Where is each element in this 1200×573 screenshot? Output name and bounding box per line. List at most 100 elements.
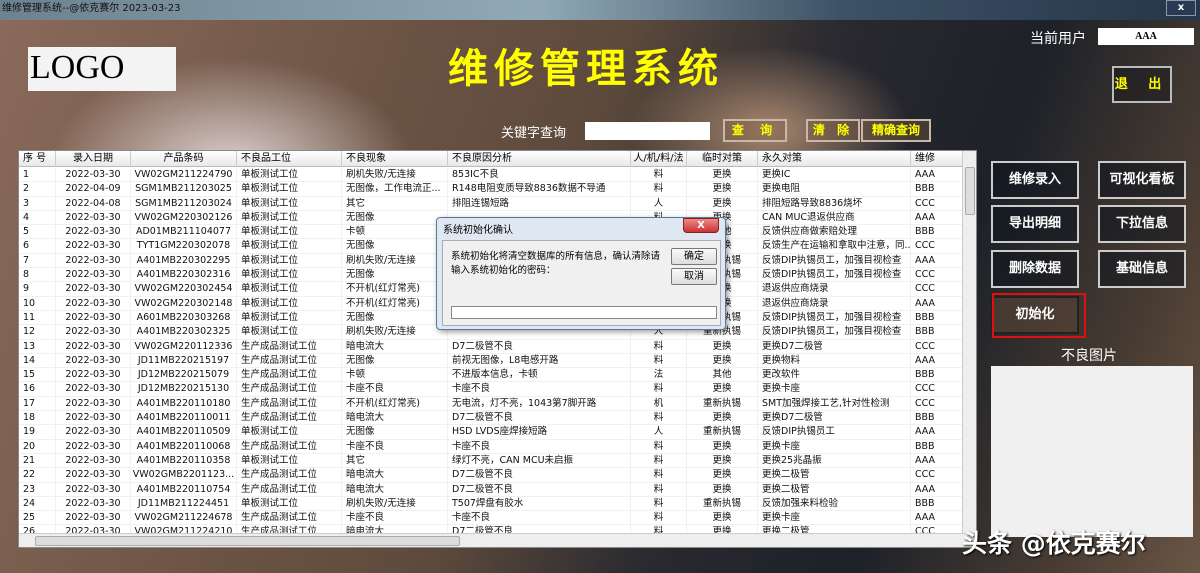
column-header-index[interactable]: 序 号 xyxy=(19,151,56,167)
column-header-repairer[interactable]: 维修 xyxy=(911,151,964,167)
cell-temp-measure: 重新执锡 xyxy=(687,396,758,411)
dialog-cancel-button[interactable]: 取消 xyxy=(671,268,717,285)
table-row[interactable]: 3 2022-04-08 SGM1MB211203024 单板测试工位 其它 排阻连锡短路… xyxy=(19,196,964,211)
cell-category: 料 xyxy=(631,182,687,196)
cell-date: 2022-03-30 xyxy=(56,439,131,453)
cell-symptom: 无图像 xyxy=(342,268,448,282)
column-header-cause[interactable]: 不良原因分析 xyxy=(448,151,631,167)
cell-symptom: 刷机失败/无连接 xyxy=(342,496,448,511)
horizontal-scrollbar[interactable] xyxy=(19,533,976,547)
cell-perm-measure: 反馈DIP执锡员工，加强目视检查 xyxy=(758,268,911,282)
cell-repairer: BBB xyxy=(911,411,964,425)
cell-perm-measure: 更换电阻 xyxy=(758,182,911,196)
table-row[interactable]: 21 2022-03-30 A401MB220110358 单板测试工位 其它 绿灯不亮，… xyxy=(19,453,964,469)
cell-date: 2022-03-30 xyxy=(56,511,131,525)
column-header-category[interactable]: 人/机/料/法 xyxy=(631,151,687,167)
cell-station: 单板测试工位 xyxy=(237,453,342,468)
cell-repairer: BBB xyxy=(911,496,964,511)
password-input[interactable] xyxy=(451,306,717,319)
table-row[interactable]: 15 2022-03-30 JD12MB220215079 生产成品测试工位 卡顿 不进版… xyxy=(19,368,964,383)
cell-cause: 无电流，灯不亮，1043第7脚开路 xyxy=(448,396,631,411)
table-row[interactable]: 20 2022-03-30 A401MB220110068 生产成品测试工位 卡座不良卡… xyxy=(19,439,964,454)
cell-perm-measure: 更换卡座 xyxy=(758,382,911,396)
cell-date: 2022-03-30 xyxy=(56,425,131,439)
base-info-button[interactable]: 基础信息 xyxy=(1098,250,1186,288)
column-header-barcode[interactable]: 产品条码 xyxy=(131,151,237,167)
clear-button[interactable]: 清 除 xyxy=(806,119,860,142)
export-details-button[interactable]: 导出明细 xyxy=(991,205,1079,243)
vertical-scroll-thumb[interactable] xyxy=(965,167,975,215)
table-row[interactable]: 1 2022-03-30 VW02GM211224790 单板测试工位 刷机失败/无连接… xyxy=(19,168,964,183)
cell-barcode: A401MB220302325 xyxy=(131,325,237,339)
horizontal-scroll-thumb[interactable] xyxy=(35,536,460,546)
keyword-search-input[interactable] xyxy=(585,122,710,140)
cell-temp-measure: 更换 xyxy=(687,411,758,425)
cell-symptom: 无图像 xyxy=(342,239,448,253)
table-row[interactable]: 17 2022-03-30 A401MB220110180 生产成品测试工位 不开机(红… xyxy=(19,396,964,412)
cell-index: 20 xyxy=(19,439,56,453)
cell-perm-measure: SMT加强焊接工艺,针对性检测 xyxy=(758,396,911,411)
table-row[interactable]: 2 2022-04-09 SGM1MB211203025 单板测试工位 无图像，工作电流… xyxy=(19,182,964,197)
cell-perm-measure: 反馈DIP执锡员工，加强目视检查 xyxy=(758,310,911,325)
cell-barcode: VW02GM220112336 xyxy=(131,339,237,353)
cell-category: 料 xyxy=(631,496,687,511)
cell-symptom: 卡座不良 xyxy=(342,511,448,525)
cell-barcode: TYT1GM220302078 xyxy=(131,239,237,253)
column-header-date[interactable]: 录入日期 xyxy=(56,151,131,167)
cell-index: 18 xyxy=(19,411,56,425)
column-header-perm-measure[interactable]: 永久对策 xyxy=(758,151,911,167)
window-title: 维修管理系统--@依克赛尔 2023-03-23 xyxy=(2,3,181,14)
cell-perm-measure: 退返供应商烧录 xyxy=(758,296,911,310)
cell-category: 料 xyxy=(631,382,687,396)
cell-category: 料 xyxy=(631,411,687,425)
cell-index: 12 xyxy=(19,325,56,339)
cell-perm-measure: 更换D7二极管 xyxy=(758,339,911,353)
cell-perm-measure: 反馈DIP执锡员工，加强目视检查 xyxy=(758,253,911,268)
cell-cause: 卡座不良 xyxy=(448,511,631,525)
repair-entry-button[interactable]: 维修录入 xyxy=(991,161,1079,199)
table-row[interactable]: 16 2022-03-30 JD12MB220215130 生产成品测试工位 卡座不良卡… xyxy=(19,382,964,397)
cell-repairer: CCC xyxy=(911,196,964,210)
cell-date: 2022-03-30 xyxy=(56,396,131,411)
table-row[interactable]: 14 2022-03-30 JD11MB220215197 生产成品测试工位 无图像 前视… xyxy=(19,353,964,369)
cell-index: 6 xyxy=(19,239,56,253)
cell-symptom: 刷机失败/无连接 xyxy=(342,168,448,182)
cell-barcode: VW02GMB2201123... xyxy=(131,468,237,482)
window-titlebar: 维修管理系统--@依克赛尔 2023-03-23 x xyxy=(0,0,1200,20)
query-button[interactable]: 查 询 xyxy=(723,119,787,142)
cell-symptom: 无图像，工作电流正... xyxy=(342,182,448,196)
dialog-ok-button[interactable]: 确定 xyxy=(671,248,717,265)
repair-records-table[interactable]: 序 号录入日期 产品条码 不良品工位 不良现象 不良原因分析 人/机/料/法 临时对策 永久对… xyxy=(18,150,977,548)
cell-barcode: JD12MB220215079 xyxy=(131,368,237,382)
column-header-temp-measure[interactable]: 临时对策 xyxy=(687,151,758,167)
table-row[interactable]: 22 2022-03-30 VW02GMB2201123... 生产成品测试工位 暗电流… xyxy=(19,468,964,483)
cell-repairer: AAA xyxy=(911,511,964,525)
exit-button[interactable]: 退 出 xyxy=(1112,66,1172,103)
cell-station: 单板测试工位 xyxy=(237,425,342,439)
table-row[interactable]: 13 2022-03-30 VW02GM220112336 生产成品测试工位 暗电流大 D… xyxy=(19,339,964,354)
table-row[interactable]: 18 2022-03-30 A401MB220110011 生产成品测试工位 暗电流大 D… xyxy=(19,411,964,426)
cell-station: 生产成品测试工位 xyxy=(237,339,342,353)
table-row[interactable]: 23 2022-03-30 A401MB220110754 生产成品测试工位 暗电流大 D… xyxy=(19,482,964,497)
delete-data-button[interactable]: 删除数据 xyxy=(991,250,1079,288)
logo: LOGO xyxy=(28,47,176,91)
table-row[interactable]: 19 2022-03-30 A401MB220110509 单板测试工位 无图像 HSD … xyxy=(19,425,964,440)
column-header-station[interactable]: 不良品工位 xyxy=(237,151,342,167)
cell-category: 料 xyxy=(631,511,687,525)
cell-date: 2022-03-30 xyxy=(56,339,131,353)
dialog-message: 系统初始化将清空数据库的所有信息，确认清除请输入系统初始化的密码： xyxy=(451,251,661,276)
cell-station: 生产成品测试工位 xyxy=(237,382,342,396)
table-row[interactable]: 25 2022-03-30 VW02GM211224678 生产成品测试工位 卡座不良卡… xyxy=(19,511,964,526)
cell-station: 生产成品测试工位 xyxy=(237,396,342,411)
app-title: 维修管理系统 xyxy=(448,45,724,92)
dropdown-info-button[interactable]: 下拉信息 xyxy=(1098,205,1186,243)
vertical-scrollbar[interactable] xyxy=(962,151,976,535)
cell-perm-measure: 更换二极管 xyxy=(758,482,911,496)
cell-barcode: A401MB220110358 xyxy=(131,453,237,468)
window-close-button[interactable]: x xyxy=(1166,0,1196,16)
exact-query-button[interactable]: 精确查询 xyxy=(861,119,931,142)
column-header-symptom[interactable]: 不良现象 xyxy=(342,151,448,167)
dashboard-button[interactable]: 可视化看板 xyxy=(1098,161,1186,199)
dialog-close-button[interactable]: X xyxy=(683,218,719,233)
table-row[interactable]: 24 2022-03-30 JD11MB211224451 单板测试工位 刷机失败/无连… xyxy=(19,496,964,512)
